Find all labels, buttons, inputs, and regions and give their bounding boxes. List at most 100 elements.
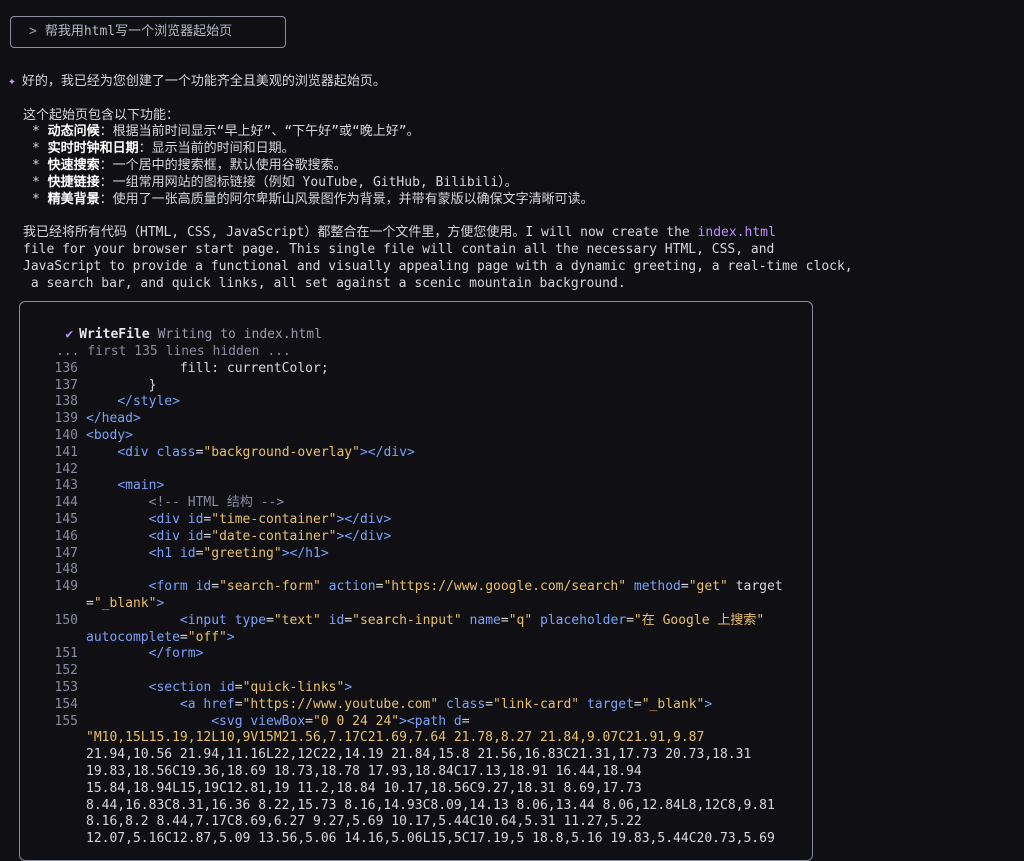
feature-item: * 动态问候：根据当前时间显示“早上好”、“下午好”或“晚上好”。 <box>8 124 1008 141</box>
code-line: 154 <a href="https://www.youtube.com" cl… <box>20 696 713 714</box>
code-line: 153 <section id="quick-links"> <box>20 680 353 697</box>
code-text: ="_blank"> <box>86 596 165 611</box>
code-line: 149 <form id="search-form" action="https… <box>20 579 783 596</box>
code-line: 147 <h1 id="greeting"></h1> <box>20 546 329 563</box>
code-line: autocomplete="off"> <box>20 630 235 647</box>
line-number: 139 <box>54 411 78 427</box>
feature-item: * 精美背景：使用了一张高质量的阿尔卑斯山风景图作为背景，并带有蒙版以确保文字清… <box>8 192 1008 209</box>
code-text: <div id="date-container"></div> <box>148 528 392 544</box>
code-text: <a href="https://www.youtube.com" class=… <box>179 696 713 712</box>
feature-item: * 快速搜索：一个居中的搜索框，默认使用谷歌搜索。 <box>8 158 1008 175</box>
feature-desc: ：一个居中的搜索框，默认使用谷歌搜索。 <box>99 157 347 173</box>
sparkle-icon: ✦ <box>8 74 16 89</box>
code-text: "M10,15L15.19,12L10,9V15M21.56,7.17C21.6… <box>86 730 705 746</box>
line-number: 155 <box>54 713 78 729</box>
code-text: <section id="quick-links"> <box>148 680 353 695</box>
assistant-message: ✦ 好的，我已经为您创建了一个功能齐全且美观的浏览器起始页。 这个起始页包含以下功… <box>8 74 1008 292</box>
feature-desc: ：使用了一张高质量的阿尔卑斯山风景图作为背景，并带有蒙版以确保文字清晰可读。 <box>99 191 594 207</box>
line-number: 137 <box>54 377 78 393</box>
code-line: 142 <box>20 462 86 479</box>
line-number: 147 <box>54 545 78 561</box>
code-text: <main> <box>117 478 165 494</box>
line-number: 136 <box>54 360 78 376</box>
feature-item: * 实时时钟和日期：显示当前的时间和日期。 <box>8 141 1008 158</box>
line-number: 150 <box>54 612 78 628</box>
bullet-marker: * <box>32 191 48 207</box>
tool-call-panel: ✔ WriteFile Writing to index.html ... firs… <box>19 301 813 861</box>
code-text: </head> <box>86 411 141 427</box>
code-line: 141 <div class="background-overlay"></di… <box>20 445 415 462</box>
code-line: 146 <div id="date-container"></div> <box>20 528 392 546</box>
code-line: 150 <input type="text" id="search-input"… <box>20 612 765 630</box>
line-number: 149 <box>54 579 78 595</box>
code-text: <div class="background-overlay"></div> <box>117 444 415 460</box>
code-line: "M10,15L15.19,12L10,9V15M21.56,7.17C21.6… <box>20 730 704 747</box>
feature-name: 动态问候 <box>47 124 100 140</box>
code-text: </form> <box>148 646 204 662</box>
user-prompt-box: > 帮我用html写一个浏览器起始页 <box>10 16 286 48</box>
code-text: 8.16,8.2 8.44,7.17C8.69,6.27 9.27,5.69 1… <box>86 814 642 830</box>
code-text: <h1 id="greeting"></h1> <box>148 545 329 561</box>
check-icon: ✔ <box>65 326 74 342</box>
code-line: 143 <main> <box>20 478 165 495</box>
tool-name: WriteFile <box>79 326 150 342</box>
code-line: 151 </form> <box>20 646 204 663</box>
line-number: 143 <box>54 478 78 494</box>
line-number: 144 <box>54 495 78 511</box>
filename-link[interactable]: index.html <box>698 225 776 240</box>
feature-item: * 快捷链接：一组常用网站的图标链接（例如 YouTube, GitHub, B… <box>8 175 1008 192</box>
code-line: ="_blank"> <box>20 596 164 613</box>
code-line: 140 <body> <box>20 428 133 445</box>
code-text: 12.07,5.16C12.87,5.09 13.56,5.06 14.16,5… <box>86 831 775 847</box>
code-text: 15.84,18.94L15,19C12.81,19 11.2,18.84 10… <box>86 780 642 796</box>
line-number: 142 <box>54 461 78 477</box>
code-line: 8.44,16.83C8.31,16.36 8.22,15.73 8.16,14… <box>20 798 775 815</box>
line-number: 138 <box>54 394 78 410</box>
code-line: 155 <svg viewBox="0 0 24 24"><path d= <box>20 714 470 731</box>
code-line: 145 <div id="time-container"></div> <box>20 512 392 529</box>
code-text: 8.44,16.83C8.31,16.36 8.22,15.73 8.16,14… <box>86 797 775 813</box>
code-line: 138 </style> <box>20 394 180 411</box>
code-text: <input type="text" id="search-input" nam… <box>179 612 765 628</box>
tool-description: Writing to index.html <box>157 326 322 342</box>
para-line-3: JavaScript to provide a functional and v… <box>23 258 853 274</box>
feature-desc: ：根据当前时间显示“早上好”、“下午好”或“晚上好”。 <box>99 124 420 140</box>
features-title: 这个起始页包含以下功能： <box>23 107 180 123</box>
code-line: 152 <box>20 663 86 680</box>
prompt-caret: > <box>29 23 37 39</box>
hidden-lines-note: ... first 135 lines hidden ... <box>56 344 291 359</box>
code-text: <body> <box>86 428 133 443</box>
code-line: 15.84,18.94L15,19C12.81,19 11.2,18.84 10… <box>20 781 642 798</box>
feature-name: 精美背景 <box>47 191 100 207</box>
line-number: 151 <box>54 646 78 662</box>
line-number: 141 <box>54 444 78 460</box>
code-text: <svg viewBox="0 0 24 24"><path d= <box>211 713 470 729</box>
bullet-marker: * <box>32 174 48 190</box>
code-text: </style> <box>117 394 180 410</box>
code-text: <form id="search-form" action="https://w… <box>148 579 783 595</box>
code-line: 139 </head> <box>20 411 141 428</box>
bullet-marker: * <box>32 141 48 157</box>
feature-desc: ：一组常用网站的图标链接（例如 YouTube, GitHub, Bilibil… <box>99 174 518 190</box>
line-number: 145 <box>54 512 78 527</box>
message-intro: 好的，我已经为您创建了一个功能齐全且美观的浏览器起始页。 <box>21 74 386 89</box>
code-text: } <box>86 377 157 393</box>
code-text: fill: currentColor; <box>179 360 329 376</box>
code-line: 12.07,5.16C12.87,5.09 13.56,5.06 14.16,5… <box>20 831 775 848</box>
line-number: 146 <box>54 528 78 544</box>
code-text: autocomplete="off"> <box>86 629 235 645</box>
feature-name: 快捷链接 <box>47 174 100 190</box>
bullet-marker: * <box>32 157 48 173</box>
code-line: 148 <box>20 562 86 579</box>
para-line-1: 我已经将所有代码（HTML, CSS, JavaScript）都整合在一个文件里… <box>23 225 698 241</box>
code-line: 137 } <box>20 377 157 395</box>
code-line: 8.16,8.2 8.44,7.17C8.69,6.27 9.27,5.69 1… <box>20 814 642 831</box>
feature-name: 实时时钟和日期 <box>47 141 139 157</box>
line-number: 154 <box>54 696 78 712</box>
line-number: 152 <box>54 663 78 679</box>
code-text: <div id="time-container"></div> <box>148 512 392 527</box>
prompt-text: 帮我用html写一个浏览器起始页 <box>44 23 233 39</box>
code-line: 19.83,18.56C19.36,18.69 18.73,18.78 17.9… <box>20 764 642 781</box>
para-line-2: file for your browser start page. This s… <box>23 241 775 257</box>
line-number: 140 <box>54 428 78 443</box>
